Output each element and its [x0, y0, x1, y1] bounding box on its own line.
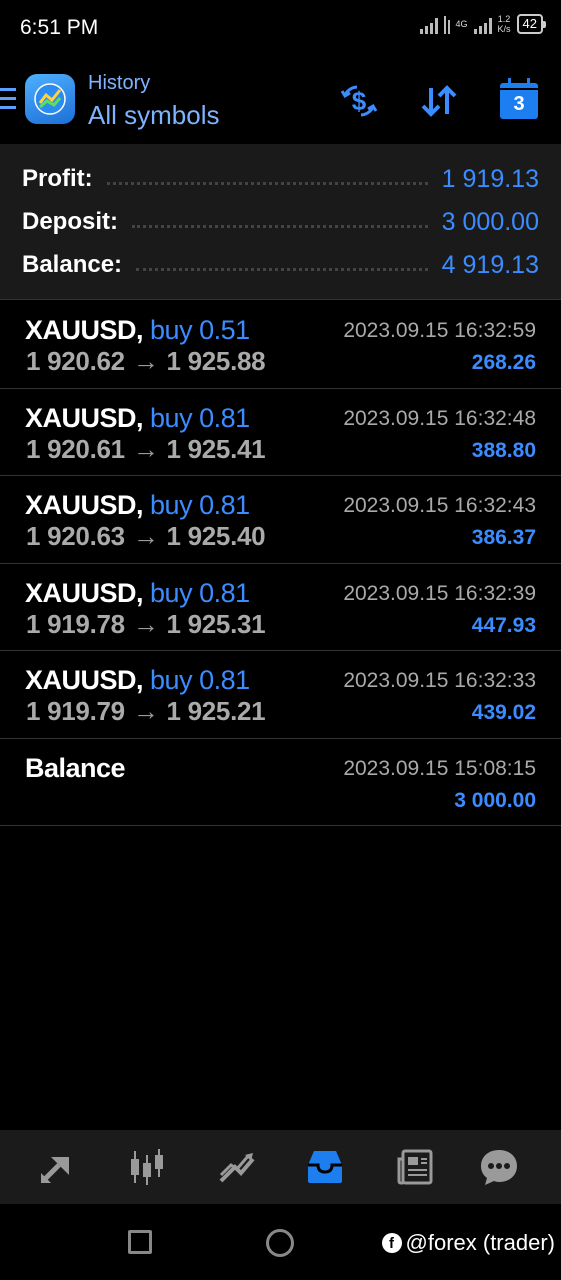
open-price: 1 919.79 — [26, 696, 125, 726]
news-icon[interactable] — [392, 1144, 438, 1190]
deal-profit: 388.80 — [471, 438, 536, 462]
data-transfer-icon — [443, 14, 450, 34]
arrow-icon: → — [132, 696, 159, 726]
calendar-badge: 3 — [513, 93, 525, 115]
facebook-icon: f — [381, 1233, 402, 1253]
deal-type: buy 0.51 — [150, 315, 250, 345]
bottom-nav — [0, 1130, 561, 1204]
network-speed-unit: K/s — [497, 24, 511, 34]
deal-time: 2023.09.15 16:32:33 — [343, 669, 536, 692]
deal-row[interactable]: XAUUSD, buy 0.81 1 919.79 → 1 925.21 2023.… — [0, 651, 561, 739]
deal-type: buy 0.81 — [150, 490, 250, 520]
signal-icon — [419, 14, 438, 34]
arrow-icon: → — [132, 521, 159, 551]
deal-time: 2023.09.15 16:32:48 — [343, 406, 536, 430]
sort-icon[interactable] — [418, 80, 460, 122]
system-nav: f @forex (trader) — [0, 1204, 561, 1280]
deal-symbol: XAUUSD, buy 0.81 — [25, 577, 250, 608]
deal-symbol: XAUUSD, buy 0.81 — [25, 490, 250, 520]
network-speed-value: 1.2 — [497, 14, 511, 24]
profit-row: Profit: 1 919.13 — [22, 159, 539, 199]
battery-icon: 42 — [516, 14, 547, 34]
status-time: 6:51 PM — [20, 16, 99, 39]
close-price: 1 925.31 — [166, 608, 266, 639]
deal-row[interactable]: XAUUSD, buy 0.81 1 920.63 → 1 925.40 2023.… — [0, 476, 561, 564]
deals-list: XAUUSD, buy 0.51 1 920.62 → 1 925.88 2023.… — [0, 301, 561, 826]
deal-prices: 1 919.79 → 1 925.21 — [26, 696, 266, 727]
balance-entry-time: 2023.09.15 15:08:15 — [343, 756, 536, 780]
deal-prices: 1 920.61 → 1 925.41 — [26, 433, 266, 465]
deal-prices: 1 920.63 → 1 925.40 — [26, 521, 266, 552]
deal-type: buy 0.81 — [150, 577, 250, 608]
deal-row[interactable]: XAUUSD, buy 0.81 1 919.78 → 1 925.31 2023.… — [0, 564, 561, 651]
close-price: 1 925.41 — [166, 433, 266, 464]
close-price: 1 925.88 — [166, 346, 266, 376]
recent-apps-button[interactable] — [128, 1230, 152, 1254]
deal-symbol: XAUUSD, buy 0.51 — [25, 315, 250, 345]
signal-icon-2 — [473, 14, 492, 34]
profit-label: Profit: — [22, 165, 93, 192]
deposit-value: 3 000.00 — [441, 207, 539, 236]
chart-icon[interactable] — [124, 1144, 170, 1190]
arrow-icon: → — [132, 433, 159, 464]
close-price: 1 925.40 — [166, 521, 266, 551]
deal-prices: 1 920.62 → 1 925.88 — [26, 346, 266, 377]
balance-label: Balance: — [22, 251, 123, 278]
arrow-icon: → — [132, 608, 159, 639]
watermark-text: @forex (trader) — [405, 1230, 555, 1255]
chat-icon[interactable] — [476, 1144, 522, 1190]
deal-prices: 1 919.78 → 1 925.31 — [26, 608, 266, 640]
open-price: 1 920.62 — [26, 346, 125, 376]
dot-leader — [132, 224, 428, 228]
deal-row[interactable]: XAUUSD, buy 0.51 1 920.62 → 1 925.88 2023.… — [0, 301, 561, 389]
summary-panel: Profit: 1 919.13 Deposit: 3 000.00 Balan… — [0, 144, 561, 300]
deal-profit: 447.93 — [471, 613, 536, 637]
deal-type: buy 0.81 — [150, 402, 250, 433]
quotes-icon[interactable] — [34, 1144, 80, 1190]
home-button[interactable] — [266, 1229, 294, 1257]
trade-icon[interactable] — [214, 1144, 260, 1190]
profit-value: 1 919.13 — [441, 164, 539, 193]
close-price: 1 925.21 — [166, 696, 266, 726]
deal-time: 2023.09.15 16:32:59 — [343, 319, 536, 342]
history-icon[interactable] — [302, 1144, 348, 1190]
deal-profit: 268.26 — [471, 351, 536, 374]
watermark: f @forex (trader) — [381, 1230, 555, 1256]
calendar-icon[interactable]: 3 — [498, 78, 540, 122]
balance-value: 4 919.13 — [441, 250, 539, 279]
dot-leader — [136, 267, 428, 271]
app-logo[interactable] — [25, 74, 75, 124]
svg-text:$: $ — [352, 86, 367, 116]
balance-row: Balance: 4 919.13 — [22, 245, 539, 285]
open-price: 1 920.63 — [26, 521, 125, 551]
deal-time: 2023.09.15 16:32:43 — [343, 494, 536, 517]
deal-row[interactable]: XAUUSD, buy 0.81 1 920.61 → 1 925.41 2023.… — [0, 389, 561, 476]
menu-icon[interactable] — [0, 88, 16, 110]
header-subtitle: History — [88, 72, 151, 94]
dollar-exchange-icon[interactable]: $ — [338, 80, 380, 122]
battery-level: 42 — [522, 16, 537, 31]
header-title[interactable]: All symbols — [88, 100, 219, 131]
balance-entry-label: Balance — [25, 752, 126, 783]
deal-profit: 386.37 — [471, 526, 536, 549]
app-header: History All symbols $ 3 — [0, 58, 561, 144]
open-price: 1 919.78 — [26, 608, 125, 639]
arrow-icon: → — [132, 346, 159, 376]
deal-profit: 439.02 — [471, 701, 536, 724]
open-price: 1 920.61 — [26, 433, 125, 464]
status-bar: 6:51 PM 4G 1.2 K/s 42 — [0, 0, 561, 58]
deal-symbol: XAUUSD, buy 0.81 — [25, 402, 250, 433]
dot-leader — [106, 181, 428, 185]
deal-time: 2023.09.15 16:32:39 — [343, 581, 536, 605]
network-type: 4G — [455, 19, 468, 29]
deposit-label: Deposit: — [22, 208, 118, 235]
deposit-row: Deposit: 3 000.00 — [22, 202, 539, 242]
deal-type: buy 0.81 — [150, 665, 250, 695]
deal-symbol: XAUUSD, buy 0.81 — [25, 665, 250, 695]
status-icons: 4G 1.2 K/s 42 — [419, 14, 547, 34]
balance-entry-amount: 3 000.00 — [454, 788, 536, 812]
balance-entry-row[interactable]: Balance 2023.09.15 15:08:15 3 000.00 — [0, 739, 561, 826]
network-speed: 1.2 K/s — [498, 14, 511, 34]
